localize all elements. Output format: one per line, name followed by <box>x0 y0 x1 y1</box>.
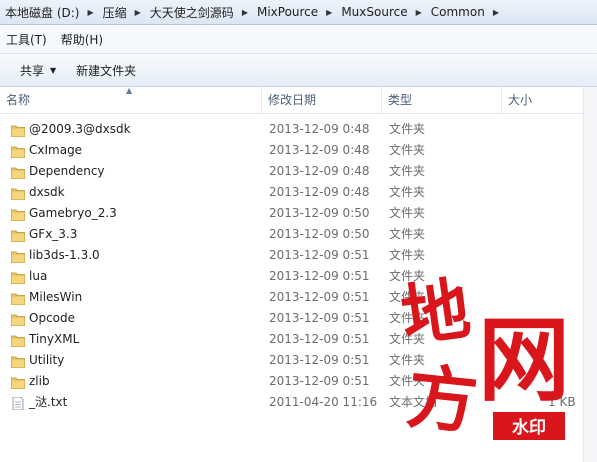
column-size-label: 大小 <box>508 93 533 107</box>
breadcrumb-drive[interactable]: 本地磁盘 (D:) ▶ <box>0 0 98 24</box>
menu-bar: 工具(T) 帮助(H) <box>0 25 597 54</box>
chevron-right-icon[interactable]: ▶ <box>85 8 97 17</box>
folder-icon <box>10 186 26 201</box>
file-type: 文件夹 <box>389 164 426 178</box>
file-name: lib3ds-1.3.0 <box>29 248 100 262</box>
file-row[interactable]: dxsdk 2013-12-09 0:48 文件夹 <box>0 182 583 203</box>
breadcrumb-label: MuxSource <box>341 5 408 19</box>
folder-icon <box>10 375 26 390</box>
file-name: Dependency <box>29 164 105 178</box>
folder-icon <box>10 123 26 138</box>
folder-icon <box>10 270 26 285</box>
chevron-right-icon[interactable]: ▶ <box>491 8 503 17</box>
file-row[interactable]: Dependency 2013-12-09 0:48 文件夹 <box>0 161 583 182</box>
file-name: Gamebryo_2.3 <box>29 206 117 220</box>
breadcrumb-label: 大天使之剑源码 <box>149 5 234 20</box>
breadcrumb-label: Common <box>430 5 485 19</box>
file-type: 文件夹 <box>389 185 426 199</box>
file-name: @2009.3@dxsdk <box>29 122 131 136</box>
column-type[interactable]: 类型 <box>382 87 502 113</box>
address-bar[interactable]: 本地磁盘 (D:) ▶ 压缩 ▶ 大天使之剑源码 ▶ MixPource ▶ M… <box>0 0 597 25</box>
column-type-label: 类型 <box>388 93 413 107</box>
file-row[interactable]: @2009.3@dxsdk 2013-12-09 0:48 文件夹 <box>0 119 583 140</box>
file-date: 2013-12-09 0:48 <box>269 185 370 199</box>
file-date: 2011-04-20 11:16 <box>269 395 378 409</box>
file-date: 2013-12-09 0:50 <box>269 227 370 241</box>
file-date: 2013-12-09 0:51 <box>269 353 370 367</box>
file-type: 文件夹 <box>389 227 426 241</box>
column-size[interactable]: 大小 <box>502 87 583 113</box>
file-row[interactable]: CxImage 2013-12-09 0:48 文件夹 <box>0 140 583 161</box>
file-name: _㳠.txt <box>29 395 68 409</box>
file-row[interactable]: Gamebryo_2.3 2013-12-09 0:50 文件夹 <box>0 203 583 224</box>
folder-icon <box>10 249 26 264</box>
file-date: 2013-12-09 0:51 <box>269 290 370 304</box>
file-date: 2013-12-09 0:48 <box>269 143 370 157</box>
file-name: dxsdk <box>29 185 65 199</box>
file-name: GFx_3.3 <box>29 227 78 241</box>
watermark-char-fang: 方 <box>403 355 481 444</box>
breadcrumb-mixpource[interactable]: MixPource ▶ <box>252 0 336 24</box>
column-name[interactable]: 名称 <box>0 87 262 113</box>
file-date: 2013-12-09 0:51 <box>269 269 370 283</box>
file-name: zlib <box>29 374 50 388</box>
breadcrumb-label: 本地磁盘 (D:) <box>5 5 80 20</box>
chevron-right-icon[interactable]: ▶ <box>324 8 336 17</box>
file-date: 2013-12-09 0:51 <box>269 332 370 346</box>
breadcrumb-label: MixPource <box>256 5 319 19</box>
file-name: MilesWin <box>29 290 83 304</box>
menu-help[interactable]: 帮助(H) <box>55 31 111 48</box>
column-date-label: 修改日期 <box>268 93 317 107</box>
folder-icon <box>10 312 26 327</box>
file-type: 文件夹 <box>389 248 426 262</box>
folder-icon <box>10 144 26 159</box>
file-type: 文件夹 <box>389 206 426 220</box>
file-date: 2013-12-09 0:51 <box>269 248 370 262</box>
file-name: lua <box>29 269 48 283</box>
folder-icon <box>10 291 26 306</box>
folder-icon <box>10 354 26 369</box>
watermark-char-di: 地 <box>398 274 475 358</box>
chevron-right-icon[interactable]: ▶ <box>414 8 426 17</box>
breadcrumb-muxsource[interactable]: MuxSource ▶ <box>336 0 425 24</box>
watermark-badge-text: 水印 <box>512 417 546 438</box>
watermark-char-wang: 网 <box>478 306 570 414</box>
file-row[interactable]: GFx_3.3 2013-12-09 0:50 文件夹 <box>0 224 583 245</box>
file-type: 文件夹 <box>389 143 426 157</box>
breadcrumb-common[interactable]: Common ▶ <box>426 0 503 24</box>
breadcrumb-source[interactable]: 大天使之剑源码 ▶ <box>145 0 252 24</box>
folder-icon <box>10 165 26 180</box>
new-folder-button[interactable]: 新建文件夹 <box>66 54 146 86</box>
file-name: Opcode <box>29 311 76 325</box>
chevron-down-icon: ▼ <box>50 65 57 75</box>
column-header: ▲ 名称 修改日期 类型 大小 <box>0 87 583 114</box>
breadcrumb-label: 压缩 <box>102 5 127 20</box>
file-row[interactable]: lib3ds-1.3.0 2013-12-09 0:51 文件夹 <box>0 245 583 266</box>
file-date: 2013-12-09 0:51 <box>269 311 370 325</box>
watermark-logo: 地 方 网 水印 <box>398 274 570 444</box>
file-date: 2013-12-09 0:48 <box>269 164 370 178</box>
column-date[interactable]: 修改日期 <box>262 87 382 113</box>
file-type: 文件夹 <box>389 122 426 136</box>
file-date: 2013-12-09 0:51 <box>269 374 370 388</box>
breadcrumb-compress[interactable]: 压缩 ▶ <box>98 0 145 24</box>
file-name: Utility <box>29 353 65 367</box>
file-name: TinyXML <box>29 332 80 346</box>
menu-tools[interactable]: 工具(T) <box>0 31 55 48</box>
file-name: CxImage <box>29 143 83 157</box>
column-name-label: 名称 <box>6 93 31 107</box>
folder-icon <box>10 228 26 243</box>
folder-icon <box>10 333 26 348</box>
share-button[interactable]: 共享 ▼ <box>0 54 66 86</box>
text-file-icon <box>11 396 25 411</box>
command-bar: 共享 ▼ 新建文件夹 <box>0 54 597 87</box>
file-date: 2013-12-09 0:50 <box>269 206 370 220</box>
chevron-right-icon[interactable]: ▶ <box>133 8 145 17</box>
folder-icon <box>10 207 26 222</box>
file-date: 2013-12-09 0:48 <box>269 122 370 136</box>
new-folder-label: 新建文件夹 <box>76 63 137 78</box>
chevron-right-icon[interactable]: ▶ <box>240 8 252 17</box>
share-label: 共享 <box>20 63 45 78</box>
